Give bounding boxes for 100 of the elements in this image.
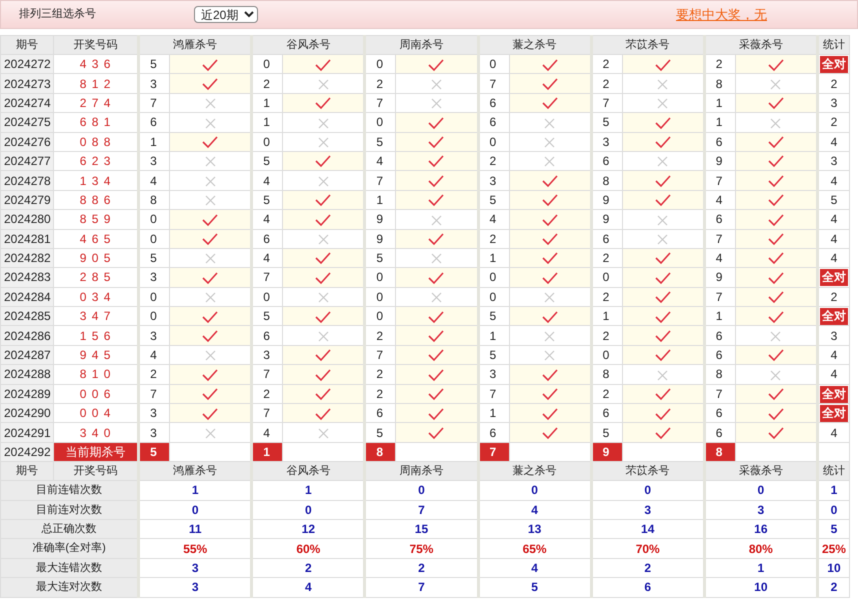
summary-label: 最大连对次数 (0, 578, 139, 598)
check-icon (542, 194, 558, 208)
all-correct-badge: 全对 (820, 386, 848, 403)
check-icon (202, 388, 218, 402)
period-cell: 2024291 (0, 422, 54, 442)
summary-value: 0 (704, 480, 818, 500)
summary-value: 65% (478, 538, 592, 558)
check-icon (428, 349, 444, 362)
summary-label: 准确率(全对率) (0, 538, 139, 558)
check-icon (202, 368, 218, 382)
check-icon (768, 388, 784, 402)
cross-icon (770, 330, 782, 342)
check-icon (654, 388, 671, 402)
all-correct-badge: 全对 (820, 56, 848, 74)
summary-value: 80% (704, 538, 818, 558)
check-icon (315, 388, 332, 402)
summary-value: 2 (252, 558, 365, 578)
summary-total: 25% (817, 538, 850, 558)
period-cell: 2024272 (0, 54, 54, 74)
cross-icon (430, 292, 442, 304)
page-title: 排列三组选杀号 (19, 7, 97, 22)
summary-value: 3 (138, 578, 252, 598)
cross-icon (770, 118, 782, 129)
check-icon (428, 408, 444, 421)
summary-value: 2 (591, 558, 704, 578)
column-header: 芣苡杀号 (591, 462, 704, 481)
period-cell: 2024283 (0, 268, 54, 288)
summary-value: 3 (591, 500, 704, 520)
current-kill-number: 1 (252, 442, 283, 462)
check-icon (428, 272, 444, 285)
cross-icon (544, 330, 556, 342)
column-header: 鸿雁杀号 (138, 462, 252, 481)
cross-icon (204, 156, 216, 168)
check-icon (428, 174, 444, 188)
check-icon (428, 388, 444, 402)
cross-icon (204, 292, 216, 304)
current-kill-number: 9 (591, 442, 622, 462)
check-icon (202, 78, 218, 91)
check-icon (428, 155, 444, 168)
check-icon (428, 330, 444, 343)
cross-icon (430, 98, 442, 110)
period-select[interactable]: 近20期 (194, 6, 258, 23)
stat-cell: 4 (817, 210, 850, 230)
cross-icon (318, 78, 329, 90)
stat-cell: 2 (817, 74, 850, 94)
check-icon (654, 58, 671, 72)
cross-icon (544, 156, 556, 168)
column-header: 蒹之杀号 (478, 462, 592, 481)
cross-icon (318, 137, 329, 148)
column-header: 周南杀号 (364, 462, 478, 481)
summary-value: 7 (364, 578, 478, 598)
cross-icon (657, 370, 668, 381)
summary-value: 12 (252, 519, 365, 539)
summary-value: 1 (138, 480, 252, 500)
cross-icon (204, 118, 216, 129)
cross-icon (657, 78, 668, 90)
check-icon (428, 426, 444, 440)
cross-icon (204, 98, 216, 110)
all-correct-badge: 全对 (820, 405, 848, 422)
check-icon (768, 155, 784, 168)
check-icon (202, 330, 218, 343)
cross-icon (657, 98, 668, 110)
check-icon (768, 272, 784, 285)
check-icon (768, 310, 784, 324)
check-icon (768, 349, 784, 362)
check-icon (542, 174, 558, 188)
check-icon (315, 272, 332, 285)
period-cell: 2024286 (0, 326, 54, 346)
cross-icon (657, 214, 668, 226)
summary-total: 2 (817, 578, 850, 598)
check-icon (315, 58, 332, 72)
period-cell: 2024285 (0, 306, 54, 326)
summary-value: 75% (364, 538, 478, 558)
check-icon (768, 136, 784, 150)
check-icon (428, 116, 444, 130)
check-icon (315, 214, 332, 227)
summary-label: 目前连对次数 (0, 500, 139, 520)
current-kill-number: 7 (478, 442, 510, 462)
summary-value: 2 (364, 558, 478, 578)
stat-cell: 5 (817, 190, 850, 210)
current-kill-label: 当前期杀号 (54, 442, 139, 462)
stat-cell: 2 (817, 112, 850, 132)
summary-value: 15 (364, 519, 478, 539)
check-icon (768, 291, 784, 304)
cross-icon (318, 176, 329, 187)
check-icon (542, 310, 558, 324)
check-icon (315, 252, 332, 266)
check-icon (202, 408, 218, 421)
check-icon (654, 426, 671, 440)
check-icon (315, 97, 332, 110)
summary-value: 55% (138, 538, 252, 558)
check-icon (768, 252, 784, 266)
period-cell: 2024276 (0, 132, 54, 152)
check-icon (654, 349, 671, 362)
check-icon (428, 136, 444, 150)
summary-value: 13 (478, 519, 592, 539)
summary-label: 最大连错次数 (0, 558, 139, 578)
check-icon (654, 291, 671, 304)
summary-value: 4 (478, 500, 592, 520)
check-icon (202, 233, 218, 246)
